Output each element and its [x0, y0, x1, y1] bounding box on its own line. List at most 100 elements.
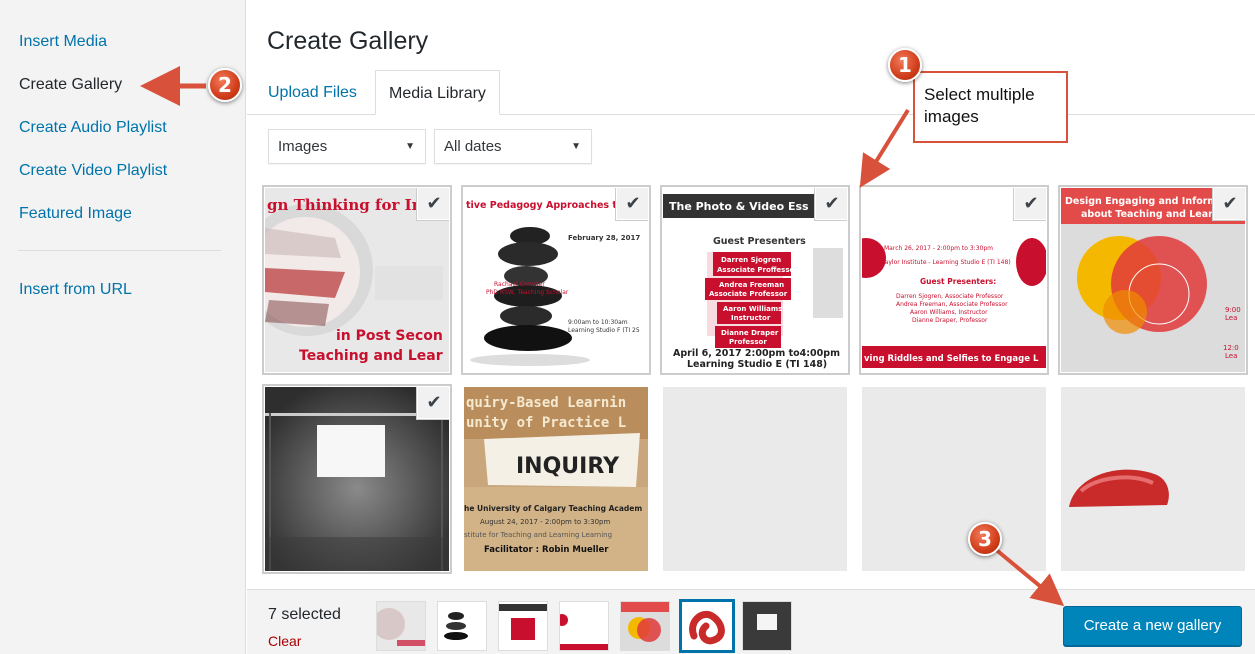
thumb-text: gn Thinking for Inn [267, 196, 434, 214]
chevron-down-icon: ▼ [571, 141, 581, 152]
checkmark-icon[interactable]: ✔ [617, 188, 648, 219]
attachment-thumbnail[interactable]: gn Thinking for Inn in Post Secon Teachi… [265, 188, 449, 372]
sidebar-item-insert-media[interactable]: Insert Media [19, 33, 107, 51]
thumb-text: Design Engaging and Informat [1065, 196, 1229, 207]
tab-media-library[interactable]: Media Library [375, 70, 500, 115]
sidebar-item-create-video-playlist[interactable]: Create Video Playlist [19, 162, 167, 180]
checkmark-icon[interactable]: ✔ [1214, 188, 1245, 219]
thumb-text: February 28, 2017 [568, 234, 640, 242]
thumb-text: PhD RSW, Teaching Scholar [486, 289, 569, 296]
thumb-text: quiry-Based Learnin [466, 395, 626, 411]
attachment-thumbnail[interactable]: ✔ [265, 387, 449, 571]
thumb-text: Teaching and Lear [299, 348, 443, 364]
sidebar-item-insert-from-url[interactable]: Insert from URL [19, 281, 132, 299]
selection-thumbnail-active[interactable] [679, 599, 735, 653]
thumb-text: Taylor Institute - Learning Studio E (TI… [881, 259, 1011, 266]
attachment-thumbnail[interactable] [663, 387, 847, 571]
attachment-thumbnail[interactable]: quiry-Based Learnin unity of Practice L … [464, 387, 648, 571]
checkmark-icon[interactable]: ✔ [816, 188, 847, 219]
thumbnail-image: quiry-Based Learnin unity of Practice L … [464, 387, 648, 571]
callout-line: Select multiple [924, 85, 1035, 104]
callout-line: images [924, 107, 979, 126]
thumbnail-image [377, 602, 425, 650]
create-new-gallery-button[interactable]: Create a new gallery [1063, 606, 1242, 646]
thumb-text: Guest Presenters [713, 236, 806, 247]
thumb-text: August 24, 2017 - 2:00pm to 3:30pm [480, 518, 610, 526]
thumb-text: Facilitator : Robin Mueller [484, 545, 609, 555]
thumbnail-image [663, 387, 847, 571]
page-title: Create Gallery [267, 27, 429, 55]
thumb-text: Aaron Williams [723, 305, 782, 313]
thumb-text: unity of Practice L [466, 415, 626, 431]
attachment-thumbnail[interactable]: tive Pedagogy Approaches to Re February … [464, 188, 648, 372]
attachment-thumbnail[interactable] [862, 387, 1046, 571]
selection-thumbnail[interactable] [437, 601, 487, 651]
media-type-select[interactable]: Images ▼ [268, 129, 426, 164]
clear-selection-link[interactable]: Clear [268, 633, 301, 649]
thumbnail-image [499, 602, 547, 650]
chevron-down-icon: ▼ [405, 141, 415, 152]
thumbnail-image [621, 602, 669, 650]
attachment-thumbnail[interactable]: The Photo & Video Ess Guest Presenters D… [663, 188, 847, 372]
thumb-text: Associate Professor [709, 290, 788, 298]
selection-thumbnail[interactable] [376, 601, 426, 651]
thumb-text: Lea [1225, 352, 1237, 360]
thumb-text: Andrea Freeman [719, 281, 784, 289]
selection-count: 7 selected [268, 606, 341, 623]
selection-thumbnail[interactable] [742, 601, 792, 651]
checkmark-icon[interactable]: ✔ [418, 387, 449, 418]
date-filter-value: All dates [444, 138, 502, 155]
thumbnail-image [438, 602, 486, 650]
thumb-text: stitute for Teaching and Learning Learni… [464, 531, 612, 539]
thumb-text: Learning Studio F (TI 25 [568, 327, 640, 334]
thumb-text: tive Pedagogy Approaches to Re [466, 200, 641, 211]
thumbnail-image [1061, 387, 1245, 571]
selection-thumbnail[interactable] [559, 601, 609, 651]
checkmark-icon[interactable]: ✔ [1015, 188, 1046, 219]
media-sidebar: Insert Media Create Gallery Create Audio… [0, 0, 246, 654]
thumb-text: March 26, 2017 - 2:00pm to 3:30pm [884, 245, 993, 252]
thumb-text: he University of Calgary Teaching Academ [464, 504, 642, 513]
sidebar-item-featured-image[interactable]: Featured Image [19, 205, 132, 223]
step-badge-2: 2 [208, 68, 242, 102]
thumb-text: INQUIRY [516, 454, 620, 479]
step-badge-3: 3 [968, 522, 1002, 556]
annotation-callout: Select multiple images [913, 71, 1068, 143]
thumb-text: Darren Sjogren [721, 256, 781, 264]
date-filter-select[interactable]: All dates ▼ [434, 129, 592, 164]
thumb-text: Associate Proffessor [717, 266, 798, 274]
thumb-text: April 6, 2017 2:00pm to4:00pm [673, 348, 840, 359]
selection-thumbnail[interactable] [498, 601, 548, 651]
thumb-text: 9:00 [1225, 306, 1241, 314]
thumb-text: in Post Secon [336, 328, 443, 344]
arrow-to-selection [859, 108, 910, 188]
attachment-thumbnail[interactable] [1061, 387, 1245, 571]
thumbnail-image [682, 602, 732, 650]
selection-thumbnail[interactable] [620, 601, 670, 651]
thumb-text: Lea [1225, 314, 1237, 322]
thumb-text: 9:00am to 10:30am [568, 319, 628, 326]
checkmark-icon[interactable]: ✔ [418, 188, 449, 219]
thumbnail-image [560, 602, 608, 650]
sidebar-item-create-audio-playlist[interactable]: Create Audio Playlist [19, 119, 167, 137]
thumb-text: Aaron Williams, Instructor [910, 309, 988, 316]
thumb-text: Andrea Freeman, Associate Professor [896, 301, 1008, 308]
attachment-thumbnail[interactable]: March 26, 2017 - 2:00pm to 3:30pm Taylor… [862, 188, 1046, 372]
thumb-text: Dianne Draper [721, 329, 779, 337]
thumbnail-image [743, 602, 791, 650]
tab-upload-files[interactable]: Upload Files [255, 70, 370, 115]
thumb-text: The Photo & Video Ess [669, 200, 809, 213]
media-type-value: Images [278, 138, 328, 155]
thumbnail-image [862, 387, 1046, 571]
sidebar-item-create-gallery[interactable]: Create Gallery [19, 76, 122, 94]
attachment-thumbnail[interactable]: Design Engaging and Informat about Teach… [1061, 188, 1245, 372]
thumb-text: 12:0 [1223, 344, 1239, 352]
thumb-text: ving Riddles and Selfies to Engage L [864, 354, 1039, 364]
thumb-text: Learning Studio E (TI 148) [687, 359, 827, 370]
thumb-text: Instructor [731, 314, 771, 322]
step-badge-1: 1 [888, 48, 922, 82]
thumb-text: Dianne Draper, Professor [912, 317, 988, 324]
thumb-text: Darren Sjogren, Associate Professor [896, 293, 1004, 300]
thumb-text: Rachael Crowder [494, 281, 545, 288]
thumb-text: Guest Presenters: [920, 277, 996, 286]
